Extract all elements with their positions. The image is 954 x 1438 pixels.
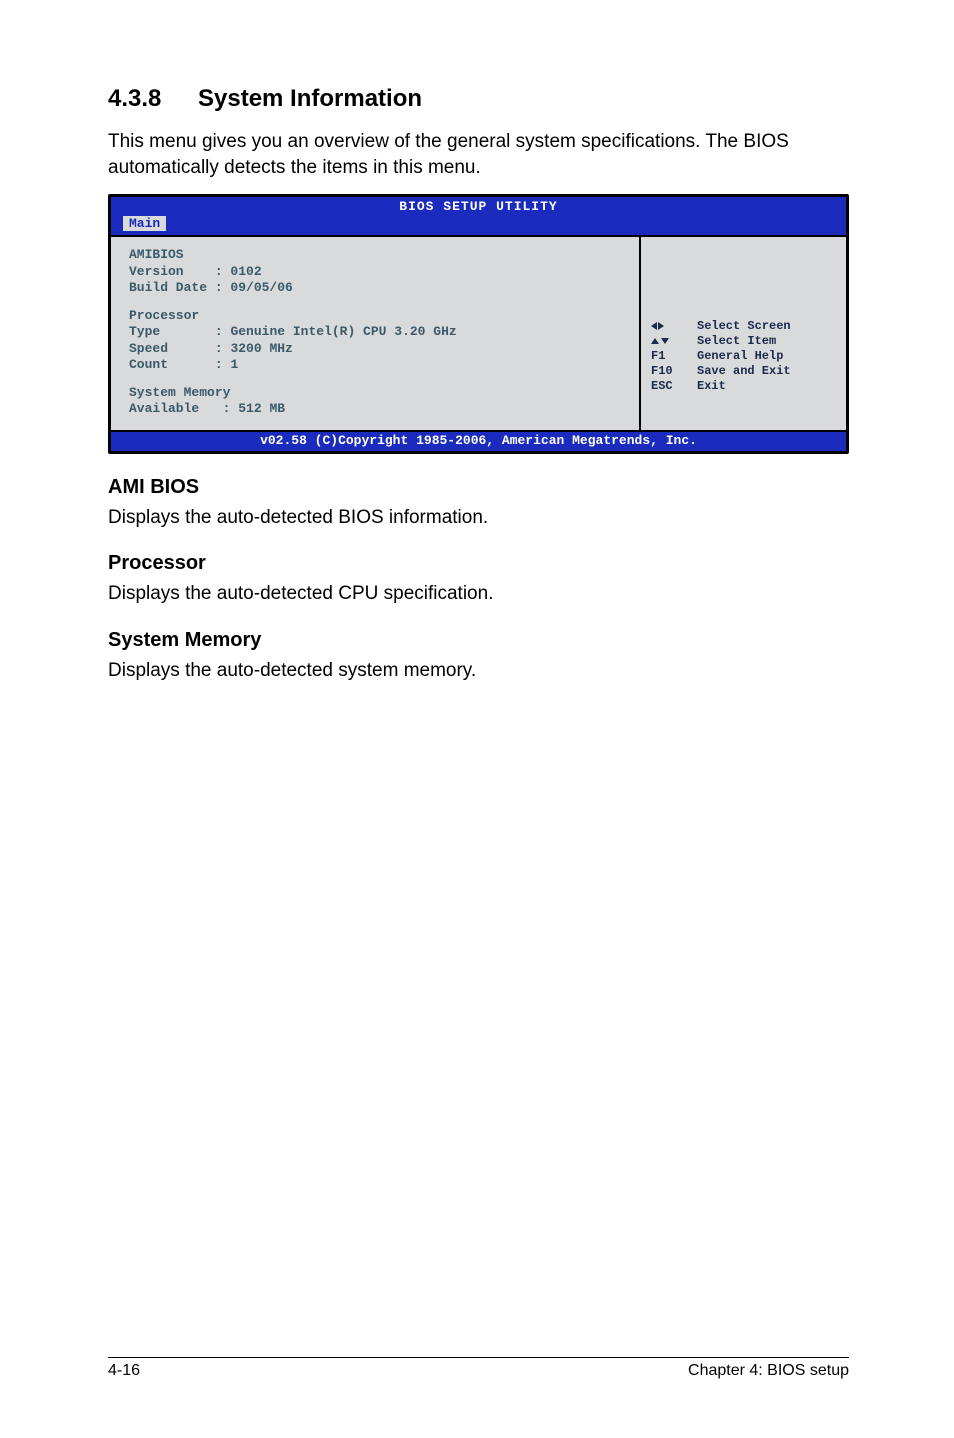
ami-bios-heading: AMI BIOS [108, 476, 849, 499]
bios-help-pane: Select Screen Select Item F1 General Hel… [641, 235, 846, 429]
processor-type: Type : Genuine Intel(R) CPU 3.20 GHz [129, 324, 625, 340]
system-memory-heading: System Memory [108, 629, 849, 652]
arrow-left-right-icon [651, 322, 664, 330]
amibios-version: Version : 0102 [129, 264, 625, 280]
amibios-build-date: Build Date : 09/05/06 [129, 280, 625, 296]
section-number: 4.3.8 [108, 85, 198, 113]
arrow-up-down-icon [651, 338, 669, 344]
bios-header: BIOS SETUP UTILITY Main [111, 197, 846, 235]
processor-label: Processor [129, 308, 625, 324]
processor-group: Processor Type : Genuine Intel(R) CPU 3.… [129, 308, 625, 373]
chapter-label: Chapter 4: BIOS setup [688, 1362, 849, 1380]
processor-speed: Speed : 3200 MHz [129, 341, 625, 357]
processor-text: Displays the auto-detected CPU specifica… [108, 581, 849, 607]
processor-heading: Processor [108, 552, 849, 575]
bios-panel: BIOS SETUP UTILITY Main AMIBIOS Version … [108, 194, 849, 453]
help-select-item: Select Item [651, 334, 836, 349]
tab-main[interactable]: Main [123, 216, 166, 231]
ami-bios-text: Displays the auto-detected BIOS informat… [108, 505, 849, 531]
bios-title: BIOS SETUP UTILITY [111, 199, 846, 214]
section-title: System Information [198, 85, 422, 112]
amibios-group: AMIBIOS Version : 0102 Build Date : 09/0… [129, 247, 625, 296]
processor-count: Count : 1 [129, 357, 625, 373]
bios-info-pane: AMIBIOS Version : 0102 Build Date : 09/0… [111, 235, 641, 429]
page-footer: 4-16 Chapter 4: BIOS setup [108, 1357, 849, 1380]
system-memory-text: Displays the auto-detected system memory… [108, 658, 849, 684]
page-number: 4-16 [108, 1362, 140, 1380]
help-exit: ESC Exit [651, 379, 836, 394]
intro-paragraph: This menu gives you an overview of the g… [108, 129, 849, 180]
help-general-help: F1 General Help [651, 349, 836, 364]
amibios-label: AMIBIOS [129, 247, 625, 263]
memory-group: System Memory Available : 512 MB [129, 385, 625, 418]
section-heading: 4.3.8System Information [108, 85, 849, 113]
help-save-exit: F10 Save and Exit [651, 364, 836, 379]
bios-copyright: v02.58 (C)Copyright 1985-2006, American … [111, 430, 846, 451]
memory-available: Available : 512 MB [129, 401, 625, 417]
memory-label: System Memory [129, 385, 625, 401]
bios-tab-bar: Main [111, 214, 846, 235]
help-select-screen: Select Screen [651, 319, 836, 334]
